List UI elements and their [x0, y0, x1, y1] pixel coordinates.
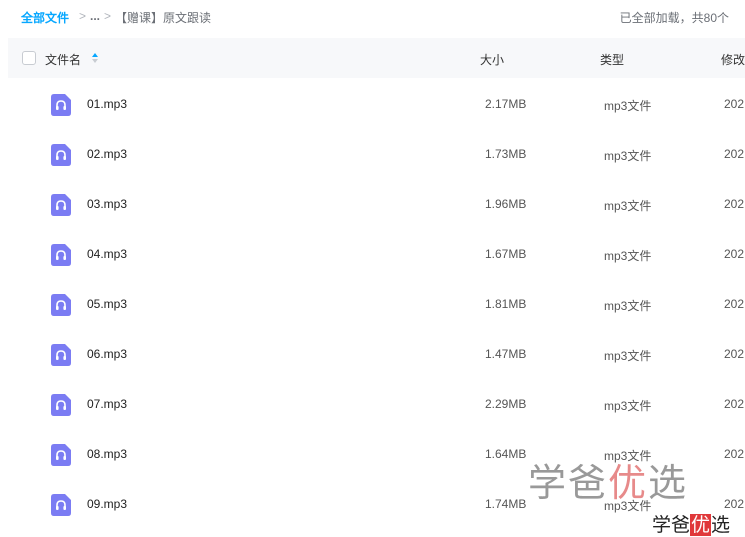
- breadcrumb-separator: >: [104, 9, 112, 23]
- audio-file-icon: [51, 194, 71, 216]
- file-type: mp3文件: [604, 99, 652, 113]
- table-row[interactable]: 02.mp3 1.73MB mp3文件 202: [8, 129, 745, 179]
- table-row[interactable]: 07.mp3 2.29MB mp3文件 202: [8, 379, 745, 429]
- breadcrumb-root-link[interactable]: 全部文件: [21, 9, 69, 26]
- column-header-modified[interactable]: 修改: [721, 51, 745, 68]
- breadcrumb-bar: 全部文件 > ... > 【赠课】原文跟读 已全部加载，共80个: [0, 0, 745, 36]
- file-name[interactable]: 01.mp3: [87, 97, 127, 111]
- file-type: mp3文件: [604, 149, 652, 163]
- file-type: mp3文件: [604, 349, 652, 363]
- file-modified: 202: [724, 347, 745, 361]
- file-name[interactable]: 07.mp3: [87, 397, 127, 411]
- file-name[interactable]: 03.mp3: [87, 197, 127, 211]
- file-type: mp3文件: [604, 399, 652, 413]
- file-size: 2.17MB: [485, 97, 527, 111]
- file-name[interactable]: 05.mp3: [87, 297, 127, 311]
- file-type: mp3文件: [604, 199, 652, 213]
- file-type: mp3文件: [604, 299, 652, 313]
- load-status: 已全部加载，共80个: [619, 11, 729, 25]
- file-size: 1.47MB: [485, 347, 527, 361]
- watermark-logo: 学爸优选: [652, 510, 731, 537]
- file-size: 1.81MB: [485, 297, 527, 311]
- file-modified: 202: [724, 97, 745, 111]
- table-row[interactable]: 06.mp3 1.47MB mp3文件 202: [8, 329, 745, 379]
- file-size: 1.67MB: [485, 247, 527, 261]
- file-size: 1.73MB: [485, 147, 527, 161]
- audio-file-icon: [51, 494, 71, 516]
- file-modified: 202: [724, 147, 745, 161]
- file-modified: 202: [724, 247, 745, 261]
- breadcrumb-ellipsis-link[interactable]: ...: [90, 9, 100, 23]
- file-modified: 202: [724, 497, 745, 511]
- file-size: 1.74MB: [485, 497, 527, 511]
- table-row[interactable]: 01.mp3 2.17MB mp3文件 202: [8, 79, 745, 129]
- sort-ascending-icon[interactable]: [91, 52, 99, 64]
- file-size: 2.29MB: [485, 397, 527, 411]
- file-modified: 202: [724, 447, 745, 461]
- file-type: mp3文件: [604, 249, 652, 263]
- breadcrumb-current: 【赠课】原文跟读: [115, 11, 212, 25]
- file-name[interactable]: 04.mp3: [87, 247, 127, 261]
- file-size: 1.64MB: [485, 447, 527, 461]
- file-modified: 202: [724, 297, 745, 311]
- audio-file-icon: [51, 144, 71, 166]
- file-name[interactable]: 08.mp3: [87, 447, 127, 461]
- audio-file-icon: [51, 394, 71, 416]
- column-header-name[interactable]: 文件名: [45, 51, 81, 68]
- audio-file-icon: [51, 344, 71, 366]
- file-name[interactable]: 09.mp3: [87, 497, 127, 511]
- audio-file-icon: [51, 94, 71, 116]
- audio-file-icon: [51, 244, 71, 266]
- select-all-checkbox[interactable]: [22, 51, 36, 65]
- table-header: 文件名 大小 类型 修改: [8, 38, 745, 78]
- table-row[interactable]: 04.mp3 1.67MB mp3文件 202: [8, 229, 745, 279]
- breadcrumb-separator: >: [79, 9, 87, 23]
- table-row[interactable]: 05.mp3 1.81MB mp3文件 202: [8, 279, 745, 329]
- table-row[interactable]: 03.mp3 1.96MB mp3文件 202: [8, 179, 745, 229]
- column-header-type[interactable]: 类型: [600, 51, 624, 68]
- audio-file-icon: [51, 444, 71, 466]
- file-name[interactable]: 06.mp3: [87, 347, 127, 361]
- file-size: 1.96MB: [485, 197, 527, 211]
- file-name[interactable]: 02.mp3: [87, 147, 127, 161]
- watermark: 学爸优选: [528, 461, 689, 505]
- column-header-size[interactable]: 大小: [480, 51, 504, 68]
- file-modified: 202: [724, 197, 745, 211]
- audio-file-icon: [51, 294, 71, 316]
- file-modified: 202: [724, 397, 745, 411]
